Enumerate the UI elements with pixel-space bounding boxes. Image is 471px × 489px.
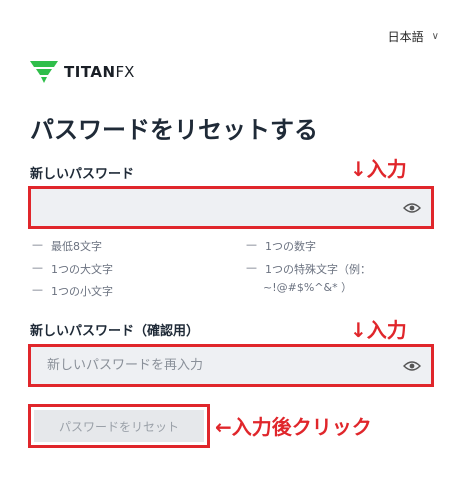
new-password-field[interactable] xyxy=(28,186,434,229)
titan-logo-icon xyxy=(30,61,58,83)
eye-icon[interactable] xyxy=(403,360,421,372)
requirement-item: —1つの小文字 xyxy=(32,283,113,298)
requirement-item: —1つの大文字 xyxy=(32,261,113,276)
new-password-input[interactable] xyxy=(31,189,431,226)
requirement-item: —1つの特殊文字（例： xyxy=(246,261,371,276)
confirm-password-input[interactable] xyxy=(31,347,431,384)
annotation-click: ←入力後クリック xyxy=(215,415,372,439)
requirement-item-cont: ~!@#$%^&* ） xyxy=(263,281,353,294)
annotation-input-1: ↓入力 xyxy=(350,157,407,181)
requirement-item: —1つの数字 xyxy=(246,238,316,253)
page-title: パスワードをリセットする xyxy=(30,116,318,144)
brand-logo: TITANFX xyxy=(30,61,134,83)
eye-icon[interactable] xyxy=(403,202,421,214)
reset-password-button[interactable]: パスワードをリセット xyxy=(34,410,204,442)
reset-button-highlight: パスワードをリセット xyxy=(28,404,210,448)
annotation-input-2: ↓入力 xyxy=(350,318,407,342)
language-label: 日本語 xyxy=(387,30,424,44)
brand-suffix: FX xyxy=(115,63,135,81)
brand-name: TITAN xyxy=(64,63,116,81)
requirement-item: — 最低8文字 xyxy=(32,238,102,253)
confirm-password-field[interactable] xyxy=(28,344,434,387)
chevron-down-icon: ∨ xyxy=(431,31,439,42)
language-selector[interactable]: 日本語 ∨ xyxy=(388,28,439,45)
confirm-password-label: 新しいパスワード（確認用） xyxy=(30,324,200,339)
new-password-label: 新しいパスワード xyxy=(30,167,135,182)
